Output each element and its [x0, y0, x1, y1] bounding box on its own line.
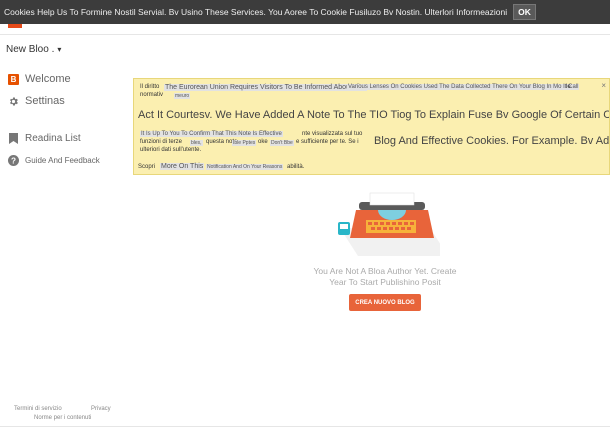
notice-text: Scopri: [138, 164, 156, 170]
sidebar-item-label: Readina List: [25, 133, 81, 144]
notice-text: funzioni di terze: [140, 139, 183, 145]
footer-terms-link[interactable]: Termini di servizio: [14, 406, 62, 412]
blogger-icon: B: [8, 73, 19, 85]
sidebar-item-label: Welcome: [25, 73, 71, 85]
notice-text: normativ: [140, 92, 164, 98]
notice-text: e sufficiente per te. Se i: [296, 139, 359, 145]
typewriter-illustration: [338, 192, 440, 256]
svg-text:?: ?: [11, 156, 16, 165]
bookmark-icon: [8, 133, 19, 144]
close-icon[interactable]: ×: [601, 81, 606, 90]
cookie-notice-panel: Il diritto The Eurorean Union Requires V…: [133, 78, 610, 175]
footer-content-policy-link[interactable]: Norme per i contenuti: [34, 415, 91, 421]
sidebar-item-label: Settinas: [25, 95, 65, 107]
notice-text: abilità.: [287, 164, 305, 170]
notice-text: Ible Pptes: [232, 140, 257, 146]
notice-text: nte visualizzata sul tuo: [302, 131, 363, 137]
notice-text: It Is Up To You To Confirm That This Not…: [140, 131, 283, 137]
cookie-ok-button[interactable]: OK: [513, 4, 536, 20]
sidebar-item-settings[interactable]: Settinas: [8, 95, 65, 107]
empty-state-line: You Are Not A Bloa Author Yet. Create: [313, 266, 457, 276]
cookie-consent-bar: Cookies Help Us To Formine Nostil Servia…: [0, 0, 610, 24]
notice-text: Blog And Effective Cookies. For Example.…: [374, 135, 610, 147]
notice-text: Notification And On Your Reasons: [206, 164, 284, 170]
sidebar-item-label: Guide And Feedback: [25, 156, 100, 165]
cookie-consent-text: Cookies Help Us To Formine Nostil Servia…: [4, 7, 508, 17]
notice-text: Don't Bbe: [270, 140, 294, 146]
notice-text: Act It Courtesv. We Have Added A Note To…: [138, 109, 609, 121]
notice-text: ulteriori dati sull'utente.: [140, 147, 202, 153]
notice-text: The Eurorean Union Requires Visitors To …: [164, 84, 367, 91]
notice-text: Various Lenses On Cookies Used The Data …: [347, 84, 580, 90]
header-divider: [0, 34, 610, 35]
notice-text: le: [566, 84, 571, 90]
caret-down-icon: ▾: [57, 45, 62, 54]
sidebar-item-guide-feedback[interactable]: ? Guide And Feedback: [8, 155, 100, 166]
notice-text: bles,: [190, 140, 203, 146]
blogger-logo[interactable]: [8, 24, 22, 28]
notice-text: oke: [258, 139, 268, 145]
footer-divider: [0, 426, 610, 427]
blog-selector[interactable]: New Bloo . ▾: [6, 44, 61, 55]
create-new-blog-button[interactable]: CREA NUOVO BLOG: [349, 294, 421, 311]
help-icon: ?: [8, 155, 19, 166]
notice-text: meuro: [174, 93, 191, 99]
gear-icon: [8, 96, 19, 107]
sidebar-item-welcome[interactable]: B Welcome: [8, 73, 71, 85]
blog-selector-label: New Bloo .: [6, 44, 55, 55]
empty-state-line: Year To Start Publishino Posit: [329, 277, 441, 287]
notice-text: Il diritto: [140, 84, 160, 90]
footer-privacy-link[interactable]: Privacy: [91, 406, 111, 412]
notice-learn-more-link[interactable]: More On This: [160, 163, 205, 170]
empty-state-message: You Are Not A Bloa Author Yet. Create Ye…: [300, 266, 470, 288]
sidebar-item-reading-list[interactable]: Readina List: [8, 133, 81, 144]
